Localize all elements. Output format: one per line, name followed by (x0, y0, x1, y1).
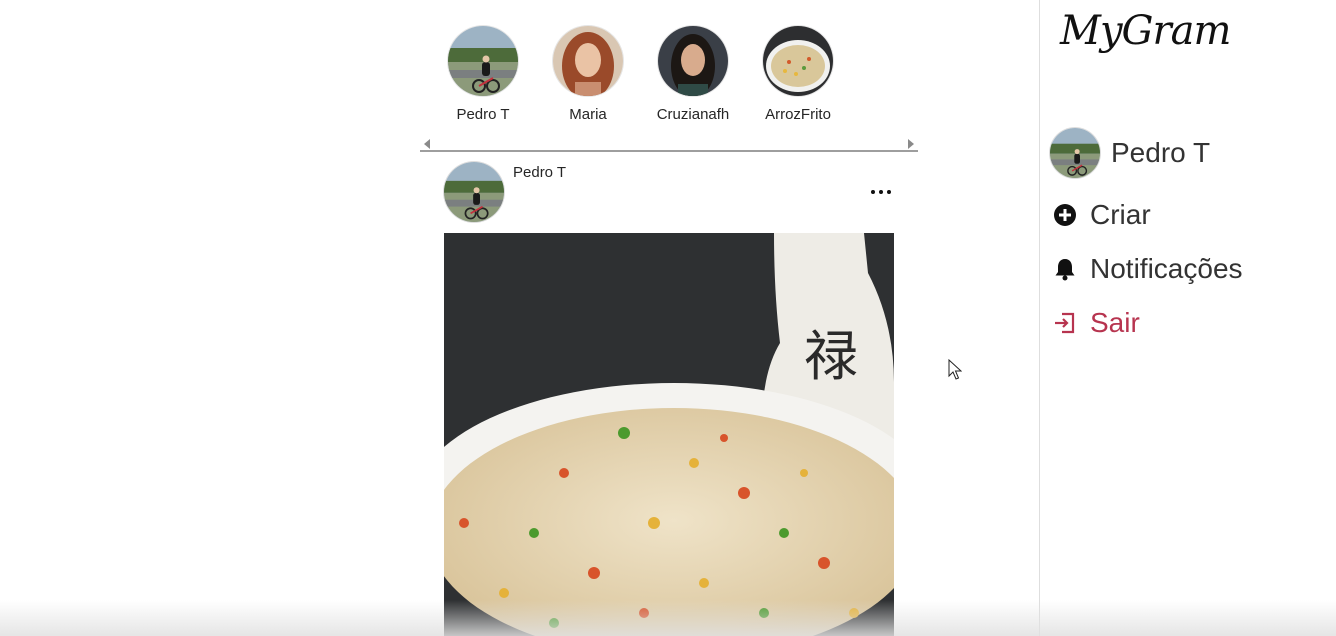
menu-item-create[interactable]: Criar (1052, 198, 1151, 232)
story-avatar[interactable] (448, 26, 518, 96)
stories-bar: Pedro T Maria Cruzianafh ArrozFrito (418, 0, 920, 155)
stories-scrollbar[interactable] (420, 138, 918, 152)
story-avatar[interactable] (553, 26, 623, 96)
bell-icon (1052, 256, 1078, 282)
story-name: Cruzianafh (656, 106, 730, 123)
story-name: Pedro T (456, 106, 510, 123)
story-cruzianafh[interactable]: Cruzianafh (643, 26, 743, 123)
story-name: ArrozFrito (765, 106, 831, 123)
profile-avatar (1050, 128, 1100, 178)
more-options-icon[interactable] (866, 182, 896, 202)
sidebar-divider (1039, 0, 1040, 636)
menu-item-logout[interactable]: Sair (1052, 306, 1140, 340)
scroll-right-arrow-icon[interactable] (908, 139, 914, 149)
profile-label: Pedro T (1111, 137, 1211, 168)
menu-label-notifications: Notificações (1090, 253, 1243, 284)
svg-text:禄: 禄 (804, 325, 858, 388)
sidebar-profile-link[interactable]: Pedro T (1050, 128, 1210, 178)
story-name: Maria (569, 106, 607, 123)
post-author-avatar[interactable] (444, 162, 504, 222)
story-maria[interactable]: Maria (538, 26, 638, 123)
app-logo[interactable]: MyGram (1060, 8, 1231, 54)
mouse-cursor-icon (948, 358, 963, 386)
story-pedro-t[interactable]: Pedro T (433, 26, 533, 123)
story-avatar[interactable] (763, 26, 833, 96)
menu-item-notifications[interactable]: Notificações (1052, 252, 1243, 286)
story-arrozfrito[interactable]: ArrozFrito (748, 26, 848, 123)
plus-circle-icon (1052, 202, 1078, 228)
menu-label-logout: Sair (1090, 307, 1140, 338)
story-avatar[interactable] (658, 26, 728, 96)
logout-icon (1052, 310, 1078, 336)
post-author-name[interactable]: Pedro T (513, 164, 566, 181)
scroll-track[interactable] (420, 150, 918, 152)
scroll-left-arrow-icon[interactable] (424, 139, 430, 149)
post-image[interactable]: 禄 (444, 233, 894, 636)
menu-label-create: Criar (1090, 199, 1151, 230)
